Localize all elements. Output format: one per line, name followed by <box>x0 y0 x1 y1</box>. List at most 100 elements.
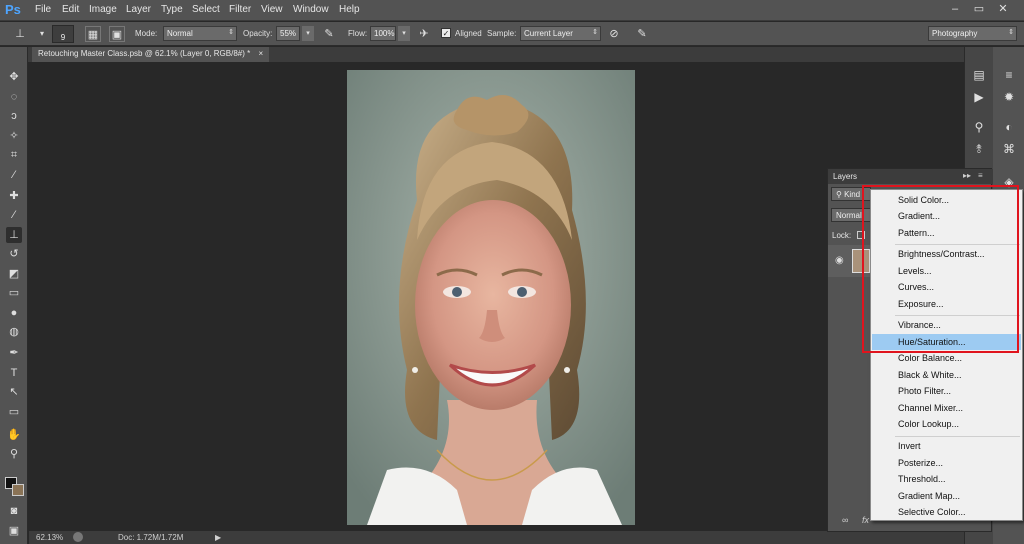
flow-field[interactable]: 100% <box>370 26 396 41</box>
brush-size: 9 <box>60 33 66 42</box>
annotation-highlight-box <box>862 185 1019 353</box>
menu-view[interactable]: View <box>261 4 283 15</box>
clone-stamp-tool-icon[interactable]: ⊥ <box>6 227 22 243</box>
zoom-tool-icon[interactable]: ⚲ <box>6 446 22 462</box>
brush-presets-icon[interactable]: ⚲ <box>968 117 990 137</box>
menu-item-threshold[interactable]: Threshold... <box>872 471 1021 487</box>
mode-select[interactable]: Normal ⇕ <box>163 26 237 41</box>
chevron-icon: ⇕ <box>228 29 234 36</box>
aligned-label: Aligned <box>455 29 482 38</box>
pen-tool-icon[interactable]: ✒ <box>6 345 22 361</box>
tool-presets-icon[interactable]: ⥉ <box>968 139 990 159</box>
gradient-tool-icon[interactable]: ▭ <box>6 285 22 301</box>
menu-item-selective-color[interactable]: Selective Color... <box>872 504 1021 520</box>
lock-label: Lock: <box>832 231 852 240</box>
chevron-icon: ⇕ <box>1008 29 1014 36</box>
close-button[interactable]: ✕ <box>996 3 1010 16</box>
workspace-select[interactable]: Photography ⇕ <box>928 26 1017 41</box>
hand-tool-icon[interactable]: ✋ <box>6 427 22 443</box>
zoom-level[interactable]: 62.13% <box>36 533 63 542</box>
menu-item-posterize[interactable]: Posterize... <box>872 455 1021 471</box>
opacity-dropdown-icon[interactable]: ▾ <box>302 26 314 41</box>
history-brush-tool-icon[interactable]: ↺ <box>6 246 22 262</box>
ignore-adjustment-layers-icon[interactable]: ⊘ <box>606 26 622 42</box>
menu-edit[interactable]: Edit <box>62 4 79 15</box>
screen-mode-icon[interactable]: ▣ <box>6 523 22 539</box>
close-tab-icon[interactable]: × <box>258 49 263 58</box>
dodge-tool-icon[interactable]: ◍ <box>6 324 22 340</box>
pressure-size-icon[interactable]: ✎ <box>634 26 650 42</box>
panel-menu-icon[interactable]: ≡ <box>978 171 983 180</box>
menu-item-photo-filter[interactable]: Photo Filter... <box>872 383 1021 399</box>
type-tool-icon[interactable]: T <box>6 365 22 381</box>
restore-button[interactable]: ▭ <box>972 3 986 16</box>
crop-tool-icon[interactable]: ⌗ <box>6 147 22 163</box>
mode-value: Normal <box>167 29 193 38</box>
document-tab[interactable]: Retouching Master Class.psb @ 62.1% (Lay… <box>32 47 270 62</box>
menu-window[interactable]: Window <box>293 4 329 15</box>
opacity-label: Opacity: <box>243 29 273 38</box>
quick-mask-icon[interactable]: ◙ <box>6 503 22 519</box>
move-tool-icon[interactable]: ✥ <box>6 69 22 85</box>
sample-label: Sample: <box>487 29 517 38</box>
airbrush-icon[interactable]: ✈ <box>416 26 432 42</box>
brush-tool-icon[interactable]: ⁄ <box>6 207 22 223</box>
menu-bar: Ps File Edit Image Layer Type Select Fil… <box>0 0 1024 21</box>
menu-item-invert[interactable]: Invert <box>872 438 1021 454</box>
photoshop-logo: Ps <box>5 2 21 17</box>
link-layers-icon[interactable]: ∞ <box>842 515 848 525</box>
marquee-tool-icon[interactable]: ◌ <box>6 89 22 105</box>
share-icon[interactable] <box>73 532 83 542</box>
eye-icon[interactable]: ◉ <box>835 255 844 266</box>
background-color-swatch[interactable] <box>12 484 24 496</box>
menu-item-channel-mixer[interactable]: Channel Mixer... <box>872 400 1021 416</box>
opacity-field[interactable]: 55% <box>276 26 300 41</box>
clone-stamp-preset-icon[interactable]: ⊥ <box>12 26 28 42</box>
paths-icon[interactable]: ⌘ <box>998 139 1020 159</box>
menu-item-black-white[interactable]: Black & White... <box>872 367 1021 383</box>
brush-panel-icon[interactable]: ▦ <box>85 26 101 42</box>
document-image[interactable] <box>347 70 635 525</box>
healing-brush-tool-icon[interactable]: ✚ <box>6 188 22 204</box>
styles-icon[interactable]: ✹ <box>998 87 1020 107</box>
eyedropper-tool-icon[interactable]: ⁄ <box>6 167 22 183</box>
layers-tab[interactable]: Layers <box>833 172 857 181</box>
opacity-value: 55% <box>280 29 297 38</box>
flow-dropdown-icon[interactable]: ▾ <box>398 26 410 41</box>
lasso-tool-icon[interactable]: ↄ <box>6 108 22 124</box>
preset-dropdown-icon[interactable]: ▾ <box>34 26 50 42</box>
brush-size-picker[interactable]: 9 <box>52 25 74 43</box>
layer-style-icon[interactable]: fx <box>862 515 869 525</box>
menu-select[interactable]: Select <box>192 4 220 15</box>
menu-filter[interactable]: Filter <box>229 4 251 15</box>
collapse-icon[interactable]: ▸▸ <box>963 171 971 180</box>
menu-help[interactable]: Help <box>339 4 360 15</box>
sample-select[interactable]: Current Layer ⇕ <box>520 26 601 41</box>
actions-panel-icon[interactable]: ▶ <box>968 87 990 107</box>
status-menu-arrow-icon[interactable]: ▶ <box>215 533 221 542</box>
shape-tool-icon[interactable]: ▭ <box>6 404 22 420</box>
kind-label: Kind <box>844 190 861 199</box>
menu-image[interactable]: Image <box>89 4 117 15</box>
menu-item-color-lookup[interactable]: Color Lookup... <box>872 416 1021 432</box>
tools-panel: ✥ ◌ ↄ ✧ ⌗ ⁄ ✚ ⁄ ⊥ ↺ ◩ ▭ ● ◍ ✒ T ↖ ▭ ✋ ⚲ … <box>0 47 28 544</box>
menu-layer[interactable]: Layer <box>126 4 151 15</box>
sample-value: Current Layer <box>524 29 573 38</box>
menu-item-gradient-map[interactable]: Gradient Map... <box>872 488 1021 504</box>
aligned-checkbox[interactable]: ✓ <box>441 28 451 38</box>
path-selection-tool-icon[interactable]: ↖ <box>6 384 22 400</box>
status-bar: 62.13% Doc: 1.72M/1.72M ▶ <box>29 531 964 544</box>
blur-tool-icon[interactable]: ● <box>6 305 22 321</box>
pressure-opacity-icon[interactable]: ✎ <box>321 26 337 42</box>
menu-type[interactable]: Type <box>161 4 183 15</box>
quick-select-tool-icon[interactable]: ✧ <box>6 128 22 144</box>
navigator-icon[interactable]: ◐ <box>998 117 1020 137</box>
adjustments-icon[interactable]: ≡ <box>998 65 1020 85</box>
portrait-photo <box>347 70 635 525</box>
history-panel-icon[interactable]: ▤ <box>968 65 990 85</box>
minimize-button[interactable]: – <box>948 3 962 16</box>
clone-source-icon[interactable]: ▣ <box>109 26 125 42</box>
flow-value: 100% <box>374 29 395 38</box>
menu-file[interactable]: File <box>35 4 51 15</box>
eraser-tool-icon[interactable]: ◩ <box>6 266 22 282</box>
